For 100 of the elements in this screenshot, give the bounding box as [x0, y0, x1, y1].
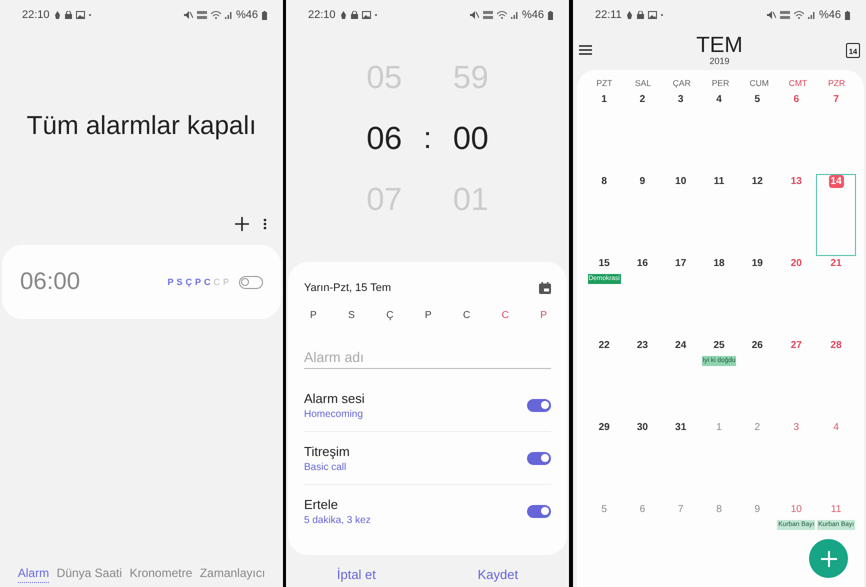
- day-cell[interactable]: 1: [585, 92, 624, 174]
- day-number: 1: [600, 93, 608, 106]
- menu-icon[interactable]: [579, 45, 592, 55]
- day-cell[interactable]: 8: [585, 174, 624, 256]
- battery-icon: [262, 10, 267, 20]
- toggle-switch[interactable]: [527, 398, 551, 412]
- weekday-toggle[interactable]: P: [310, 310, 317, 321]
- weekday-toggle[interactable]: C: [502, 310, 509, 321]
- day-cell[interactable]: 18: [700, 256, 738, 338]
- day-cell[interactable]: 2: [738, 420, 776, 502]
- day-cell[interactable]: 29: [585, 420, 624, 502]
- day-number: 6: [638, 503, 646, 516]
- day-cell[interactable]: 13: [776, 174, 816, 256]
- day-cell[interactable]: 5: [585, 502, 624, 533]
- battery-percent: %46: [522, 9, 544, 21]
- setting-value[interactable]: Homecoming: [304, 408, 527, 420]
- day-number: 25: [712, 339, 726, 352]
- day-cell[interactable]: 9: [623, 174, 662, 256]
- day-number: 31: [674, 421, 688, 434]
- day-number: 30: [636, 421, 649, 434]
- day-number: 14: [828, 175, 844, 188]
- weekday-toggle[interactable]: S: [348, 310, 355, 321]
- day-cell[interactable]: 22: [585, 338, 624, 420]
- setting-value[interactable]: Basic call: [304, 462, 527, 472]
- image-icon: [648, 11, 657, 19]
- day-cell[interactable]: 3: [662, 92, 700, 174]
- day-number: 2: [638, 93, 646, 106]
- toggle-switch[interactable]: [527, 504, 551, 518]
- day-number: 29: [598, 421, 611, 434]
- day-cell[interactable]: 10: [662, 174, 700, 256]
- day-cell[interactable]: 4: [700, 92, 738, 174]
- day-cell[interactable]: 9: [738, 502, 776, 533]
- day-cell[interactable]: 11: [700, 174, 738, 256]
- day-cell[interactable]: 17: [662, 256, 700, 338]
- add-icon[interactable]: [235, 217, 249, 231]
- weekday-toggle[interactable]: Ç: [386, 310, 394, 321]
- alarm-card[interactable]: 06:00 P S Ç P C C P: [2, 245, 281, 319]
- day-cell[interactable]: 7: [662, 502, 700, 533]
- day-cell[interactable]: 31: [662, 420, 700, 502]
- tab[interactable]: Zamanlayıcı: [200, 566, 266, 583]
- calendar-icon[interactable]: [539, 282, 551, 294]
- hour-value[interactable]: 06: [366, 108, 402, 169]
- day-number: 10: [674, 175, 688, 188]
- day-cell[interactable]: 4: [816, 420, 856, 502]
- day-cell[interactable]: 5: [738, 92, 776, 174]
- action-button[interactable]: Kaydet: [470, 565, 526, 584]
- day-cell[interactable]: 6: [776, 92, 816, 174]
- weekday-header: PZR: [827, 78, 846, 90]
- action-button[interactable]: İptal et: [328, 565, 384, 584]
- minute-value[interactable]: 00: [452, 108, 489, 169]
- day-number: 16: [636, 257, 649, 270]
- day-number: 19: [750, 257, 764, 270]
- setting-title: Alarm sesi: [304, 390, 366, 406]
- day-cell[interactable]: 30: [623, 420, 662, 502]
- repeat-day: P: [222, 277, 229, 287]
- tab[interactable]: Dünya Saati: [56, 566, 122, 583]
- month-title: TEM: [696, 34, 743, 56]
- day-cell[interactable]: 7: [816, 92, 856, 174]
- alarm-time: 06:00: [20, 268, 82, 296]
- day-cell[interactable]: 12: [738, 174, 776, 256]
- toggle-switch[interactable]: [239, 276, 263, 288]
- day-cell[interactable]: 1: [700, 420, 738, 502]
- day-number: 3: [792, 421, 800, 434]
- notification-icon: [626, 11, 633, 19]
- day-cell[interactable]: 14: [816, 174, 856, 256]
- weekday-toggle[interactable]: P: [424, 310, 432, 321]
- day-cell[interactable]: 27: [776, 338, 816, 420]
- day-cell[interactable]: 20: [776, 256, 816, 338]
- alarm-name-field[interactable]: Alarm adı: [304, 347, 551, 369]
- more-options-icon[interactable]: [263, 217, 267, 231]
- weekday-toggle[interactable]: C: [462, 310, 470, 321]
- year-label: 2019: [709, 56, 730, 66]
- weekday-toggle[interactable]: P: [540, 310, 547, 321]
- status-time: 22:10: [308, 9, 336, 21]
- tab[interactable]: Alarm: [18, 566, 50, 583]
- setting-value[interactable]: 5 dakika, 3 kez: [304, 514, 527, 526]
- day-number: 20: [790, 257, 803, 270]
- day-cell[interactable]: 19: [738, 256, 776, 338]
- day-cell[interactable]: 26: [738, 338, 776, 420]
- day-cell[interactable]: 6: [623, 502, 662, 533]
- day-number: 4: [832, 421, 840, 434]
- day-cell[interactable]: 16: [623, 256, 662, 338]
- day-number: 11: [830, 503, 842, 516]
- toggle-switch[interactable]: [527, 452, 551, 464]
- day-number: 13: [790, 175, 803, 188]
- image-icon: [362, 11, 371, 19]
- day-number: 1: [715, 421, 723, 434]
- day-cell[interactable]: 21: [816, 256, 856, 338]
- day-cell[interactable]: 23: [623, 338, 662, 420]
- day-cell[interactable]: 28: [816, 338, 856, 420]
- day-cell[interactable]: 3: [776, 420, 816, 502]
- network-icon: [780, 11, 790, 19]
- tab[interactable]: Kronometre: [130, 566, 192, 583]
- day-number: 17: [674, 257, 688, 270]
- empty-state-title: Tüm alarmlar kapalı: [26, 110, 258, 141]
- day-cell[interactable]: 8: [700, 502, 738, 533]
- day-cell[interactable]: 24: [662, 338, 700, 420]
- add-icon: [820, 550, 836, 566]
- day-number: 15: [598, 257, 611, 270]
- day-cell[interactable]: 2: [623, 92, 662, 174]
